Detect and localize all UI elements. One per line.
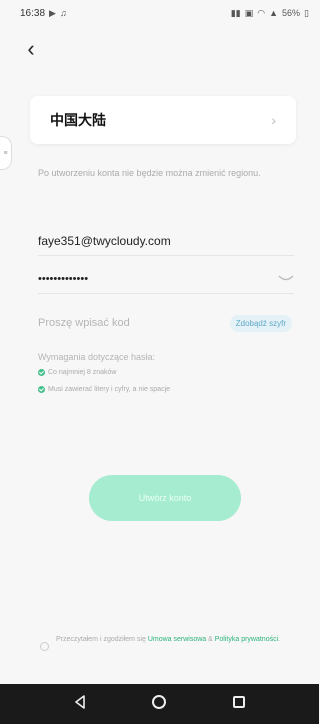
circle-home-icon <box>152 694 167 709</box>
nfc-icon: ▣ <box>244 7 254 18</box>
nav-back-button[interactable] <box>68 694 92 714</box>
region-selector[interactable]: 中国大陆 › <box>30 96 296 144</box>
signal-icon: ▲ <box>269 8 279 18</box>
nav-home-button[interactable] <box>147 694 171 714</box>
region-note: Po utworzeniu konta nie będzie można zmi… <box>38 168 261 178</box>
side-handle[interactable]: ≡ <box>0 136 12 170</box>
email-field[interactable]: faye351@twycloudy.com <box>38 226 294 256</box>
nav-recents-button[interactable] <box>227 695 251 713</box>
terms-agreement: Przeczytałem i zgodziłem się Umowa serwi… <box>40 634 290 651</box>
register-screen: 16:38 ▶ ♫ ▮▮ ▣ ◠ ▲ 56% ▯ ‹ ≡ 中国大陆 › Po u… <box>0 0 319 724</box>
battery-percent: 56% <box>282 8 301 18</box>
privacy-policy-link[interactable]: Polityka prywatności <box>215 636 278 643</box>
password-value: ••••••••••••• <box>38 272 89 285</box>
get-code-button[interactable]: Zdobądź szyfr <box>229 314 292 332</box>
password-requirements-title: Wymagania dotyczące hasła: <box>38 352 155 362</box>
terms-text: Przeczytałem i zgodziłem się Umowa serwi… <box>56 634 280 651</box>
eye-closed-icon[interactable] <box>278 274 294 284</box>
requirement-text: Musi zawierać litery i cyfry, a nie spac… <box>48 386 171 393</box>
play-icon: ▶ <box>49 7 56 18</box>
battery-icon: ▯ <box>304 7 309 18</box>
back-button[interactable]: ‹ <box>22 36 40 61</box>
wifi-icon: ◠ <box>257 7 266 18</box>
chevron-left-icon: ‹ <box>27 36 35 61</box>
check-icon <box>38 386 45 393</box>
password-field[interactable]: ••••••••••••• <box>38 264 294 294</box>
code-input[interactable]: Proszę wpisać kod <box>38 317 130 329</box>
terms-prefix: Przeczytałem i zgodziłem się <box>56 636 148 643</box>
eye-closed-glyph <box>278 275 294 280</box>
status-left: 16:38 ▶ ♫ <box>20 8 67 19</box>
terms-suffix: . <box>278 636 281 643</box>
status-right: ▮▮ ▣ ◠ ▲ 56% ▯ <box>231 8 309 19</box>
square-recents-icon <box>233 696 246 708</box>
check-icon <box>38 369 45 376</box>
menu-icon: ≡ <box>3 149 8 157</box>
requirement-item: Musi zawierać litery i cyfry, a nie spac… <box>38 386 170 393</box>
requirement-text: Co najmniej 8 znaków <box>48 369 117 376</box>
triangle-back-icon <box>75 694 85 709</box>
status-bar: 16:38 ▶ ♫ ▮▮ ▣ ◠ ▲ 56% ▯ <box>0 0 319 26</box>
terms-connector: & <box>206 636 215 643</box>
verification-row: Proszę wpisać kod Zdobądź szyfr <box>38 308 300 338</box>
service-agreement-link[interactable]: Umowa serwisowa <box>148 636 206 643</box>
chevron-right-icon: › <box>271 112 276 128</box>
terms-checkbox[interactable] <box>40 642 49 651</box>
create-account-button[interactable]: Utwórz konto <box>89 475 241 521</box>
email-value: faye351@twycloudy.com <box>38 233 171 248</box>
requirement-item: Co najmniej 8 znaków <box>38 369 116 376</box>
region-name: 中国大陆 <box>50 113 106 129</box>
vibrate-icon: ▮▮ <box>230 7 241 18</box>
status-time: 16:38 <box>20 7 46 19</box>
system-nav-bar <box>0 684 319 724</box>
notification-icon: ♫ <box>59 8 67 18</box>
